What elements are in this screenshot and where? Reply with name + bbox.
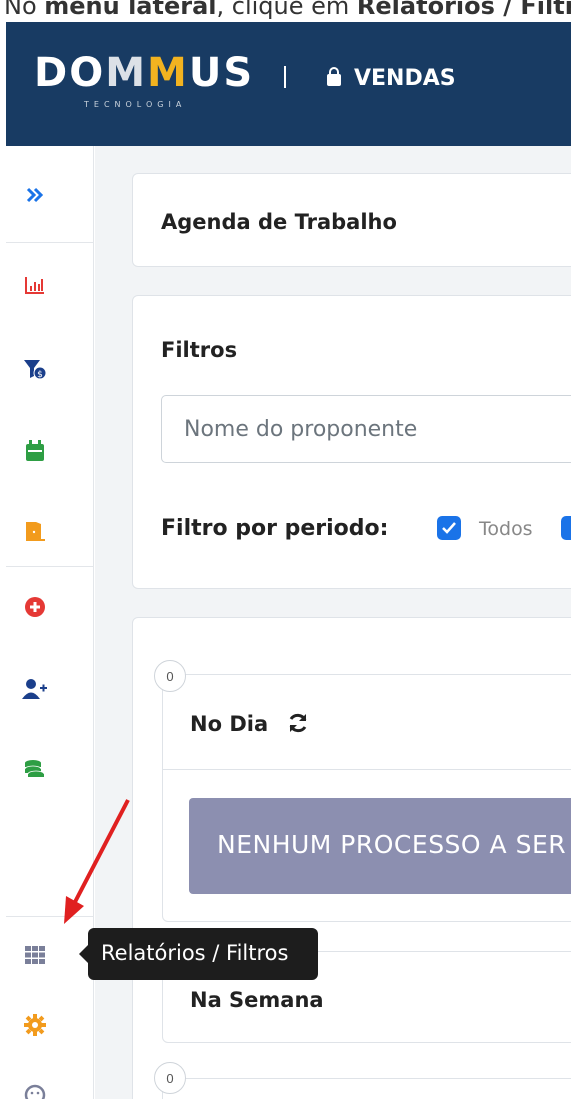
check-icon: [442, 522, 456, 534]
dommus-logo[interactable]: DOMMUS: [34, 50, 254, 96]
gear-icon[interactable]: [22, 1012, 48, 1038]
agenda-card: Agenda de Trabalho: [132, 173, 571, 267]
coins-icon[interactable]: [22, 756, 48, 782]
tooltip-text: Relatórios / Filtros: [101, 941, 289, 965]
sidebar-divider: [6, 242, 94, 243]
svg-text:$: $: [37, 370, 43, 380]
doc-caption-text: No menu lateral, clique em Relatórios / …: [4, 0, 571, 20]
logo-subtitle: TECNOLOGIA: [84, 100, 187, 109]
filters-title: Filtros: [161, 338, 238, 362]
shopping-bag-icon: [327, 67, 341, 86]
refresh-icon[interactable]: [287, 712, 309, 734]
chart-bar-icon[interactable]: [22, 272, 48, 298]
plus-circle-icon[interactable]: [22, 594, 48, 620]
count-badge: 0: [154, 1062, 186, 1094]
section-next: [162, 1078, 571, 1099]
count-badge: 0: [154, 660, 186, 692]
reports-filters-tooltip: Relatórios / Filtros: [79, 928, 318, 980]
checkbox-next-option[interactable]: [561, 516, 571, 540]
grid-icon[interactable]: [22, 942, 48, 968]
expand-icon[interactable]: [22, 182, 48, 208]
checkbox-todos[interactable]: [437, 516, 461, 540]
todos-label: Todos: [479, 518, 533, 540]
app-header: DOMMUS TECNOLOGIA VENDAS: [6, 22, 571, 146]
empty-process-text: NENHUM PROCESSO A SER: [217, 830, 567, 859]
proponent-name-field[interactable]: [162, 396, 571, 462]
calendar-icon[interactable]: [22, 438, 48, 464]
empty-process-message: NENHUM PROCESSO A SER: [189, 798, 571, 894]
module-title[interactable]: VENDAS: [354, 66, 456, 91]
proponent-name-input[interactable]: [161, 395, 571, 463]
smiley-icon[interactable]: [22, 1082, 48, 1099]
section-divider: [163, 769, 571, 770]
section-title: No Dia: [190, 712, 269, 736]
user-plus-icon[interactable]: [22, 676, 48, 702]
header-divider: [284, 66, 286, 88]
doc-caption: No menu lateral, clique em Relatórios / …: [0, 0, 571, 22]
sidebar-divider: [6, 916, 94, 917]
period-filter-label: Filtro por periodo:: [161, 516, 389, 541]
filter-money-icon[interactable]: $: [22, 356, 48, 382]
section-title: Na Semana: [190, 988, 324, 1012]
agenda-title: Agenda de Trabalho: [161, 210, 397, 234]
sidebar-divider: [6, 566, 94, 567]
door-exit-icon[interactable]: [22, 518, 48, 544]
